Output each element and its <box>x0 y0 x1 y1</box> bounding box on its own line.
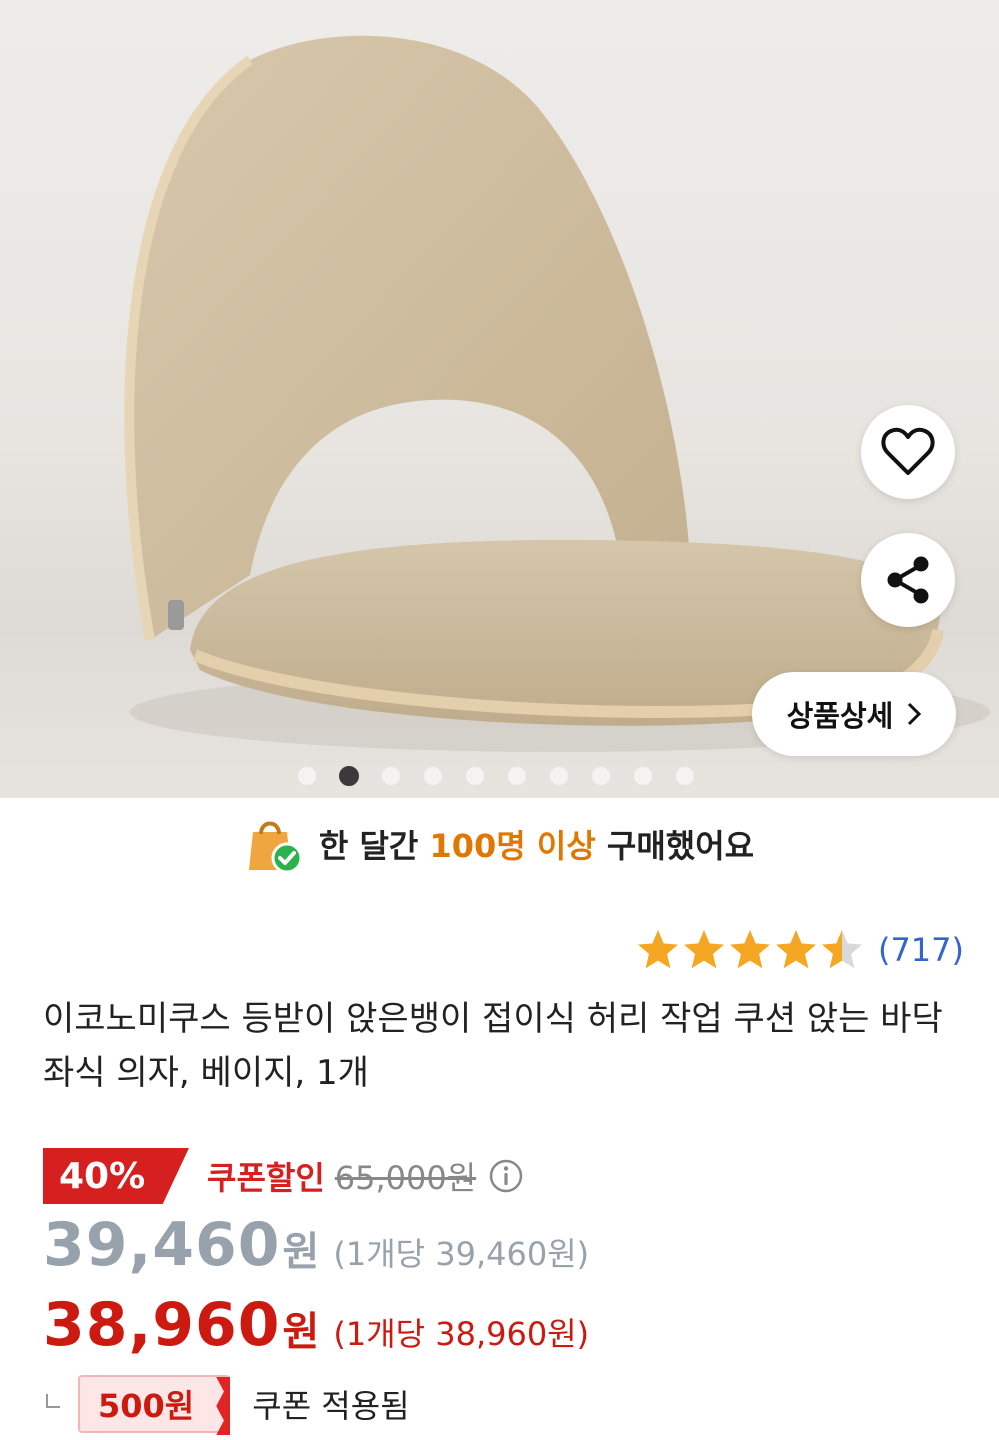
product-title: 이코노미쿠스 등받이 앉은뱅이 접이식 허리 작업 쿠션 앉는 바닥 좌식 의자… <box>43 999 943 1093</box>
product-detail-button[interactable]: 상품상세 <box>752 672 956 756</box>
purchase-count-text: 한 달간 100명 이상 구매했어요 <box>319 821 754 867</box>
share-icon <box>887 556 929 604</box>
chevron-right-icon <box>908 702 922 726</box>
coupon-chip: 500원 <box>78 1375 231 1435</box>
coupon-chip-value: 500원 <box>98 1387 195 1425</box>
discount-row: 40% 쿠폰할인 65,000원 <box>43 1148 524 1204</box>
carousel-dot[interactable] <box>633 766 653 786</box>
star-icon <box>683 930 724 969</box>
coupon-discount-label: 쿠폰할인 <box>207 1159 325 1197</box>
carousel-indicator <box>297 766 695 786</box>
star-icon <box>775 930 816 969</box>
purchase-count-post: 구매했어요 <box>606 827 755 865</box>
shopping-bag-check-icon <box>248 821 303 874</box>
star-icon <box>729 930 770 969</box>
product-rating[interactable]: (717) <box>636 928 964 972</box>
heart-icon <box>881 427 935 475</box>
carousel-dot[interactable] <box>549 766 569 786</box>
purchase-count-highlight: 100명 이상 <box>429 827 596 865</box>
info-icon <box>489 1159 523 1193</box>
carousel-dot[interactable] <box>423 766 443 786</box>
carousel-dot[interactable] <box>297 766 317 786</box>
coupon-applied-row: 500원 쿠폰 적용됨 <box>46 1374 410 1435</box>
star-icon <box>637 930 678 969</box>
coupon-applied-text: 쿠폰 적용됨 <box>252 1387 410 1425</box>
coupon-price-amount: 38,960 <box>43 1290 281 1360</box>
share-button[interactable] <box>861 533 955 627</box>
sale-price-amount: 39,460 <box>43 1210 281 1280</box>
carousel-dot[interactable] <box>507 766 527 786</box>
carousel-dot[interactable] <box>591 766 611 786</box>
coupon-chip-edge <box>216 1377 231 1435</box>
carousel-dot[interactable] <box>675 766 695 786</box>
discount-badge: 40% <box>43 1148 189 1204</box>
carousel-dot[interactable] <box>339 766 359 786</box>
product-detail-label: 상품상세 <box>786 699 894 733</box>
price-info-button[interactable] <box>488 1158 524 1194</box>
carousel-dot[interactable] <box>465 766 485 786</box>
carousel-dot[interactable] <box>381 766 401 786</box>
purchase-count-banner: 한 달간 100명 이상 구매했어요 <box>0 808 999 880</box>
rating-stars <box>636 928 864 972</box>
product-image-carousel[interactable]: 상품상세 <box>0 0 999 798</box>
wishlist-button[interactable] <box>861 405 955 499</box>
star-icon <box>821 930 862 969</box>
sale-price-row: 39,460 원 (1개당 39,460원) <box>43 1210 589 1280</box>
coupon-price-unit: 원 <box>282 1309 320 1355</box>
purchase-count-pre: 한 달간 <box>318 827 419 865</box>
sub-item-indicator <box>46 1394 60 1408</box>
coupon-price-per-unit: (1개당 38,960원) <box>333 1315 590 1353</box>
original-price: 65,000원 <box>334 1159 477 1197</box>
sale-price-unit: 원 <box>282 1229 320 1275</box>
coupon-price-row: 38,960 원 (1개당 38,960원) <box>43 1290 589 1360</box>
review-count-link[interactable]: (717) <box>878 931 964 969</box>
sale-price-per-unit: (1개당 39,460원) <box>333 1235 590 1273</box>
